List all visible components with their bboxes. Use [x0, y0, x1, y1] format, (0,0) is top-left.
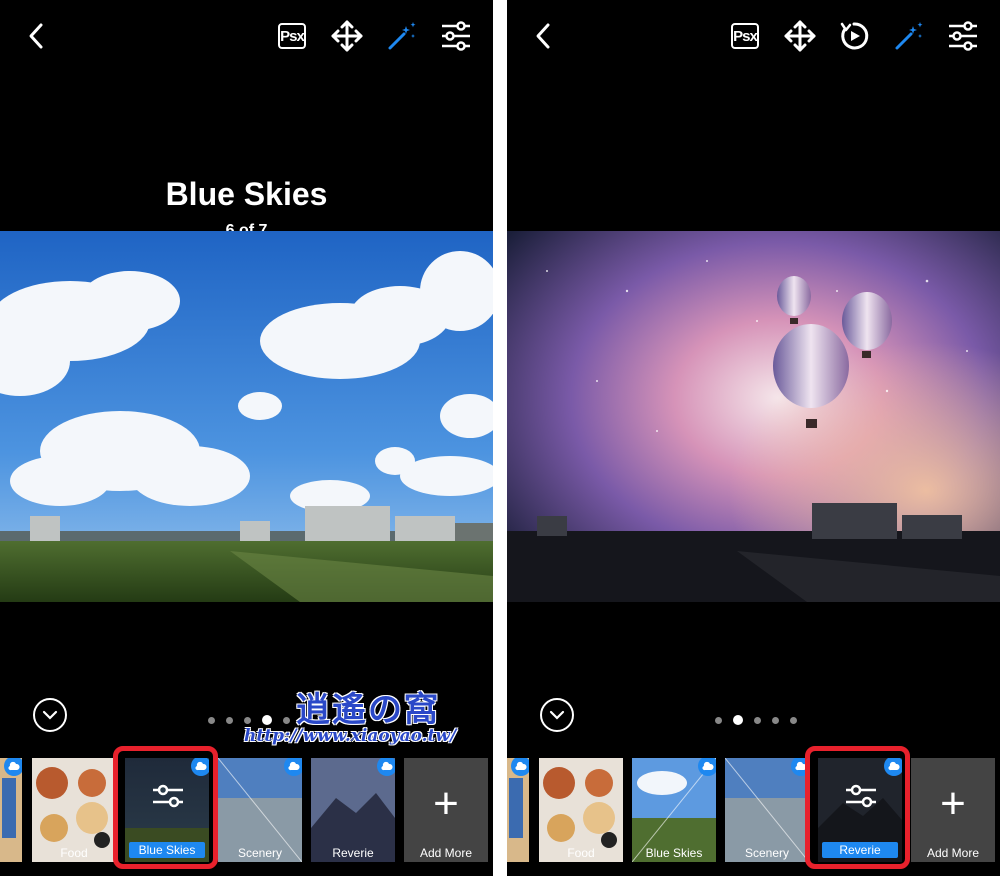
cloud-upload-icon: [4, 758, 22, 776]
back-chevron-icon[interactable]: [18, 18, 54, 54]
cloud-upload-icon: [511, 758, 529, 776]
thumbnail-label: Reverie: [332, 846, 374, 860]
blue-sky-photo: [0, 231, 493, 602]
cloud-upload-icon: [698, 758, 716, 776]
magic-wand-icon[interactable]: [891, 18, 927, 54]
left-screen: Psx Blue Skies 6 of 7 逍遙の窩 http://www.xi…: [0, 0, 493, 876]
replay-icon[interactable]: [836, 18, 872, 54]
page-dots: [208, 715, 290, 725]
add-more-button[interactable]: + Add More: [911, 758, 995, 862]
thumbnail-label: Blue Skies: [645, 846, 703, 860]
psx-icon[interactable]: Psx: [727, 18, 763, 54]
thumbnail-label: Food: [567, 846, 595, 860]
magic-wand-icon[interactable]: [384, 18, 420, 54]
thumbnail-reverie[interactable]: Reverie: [311, 758, 395, 862]
right-screen: Psx Food Blue Skies Scenery Reverie + Ad…: [507, 0, 1000, 876]
plus-icon: +: [433, 779, 459, 828]
look-thumbnail-strip: Food Blue Skies Scenery Reverie + Add Mo…: [0, 758, 493, 862]
page-dot-active[interactable]: [733, 715, 743, 725]
sliders-icon[interactable]: [438, 18, 474, 54]
thumbnail-blue-skies[interactable]: Blue Skies: [632, 758, 716, 862]
thumbnail-food[interactable]: Food: [32, 758, 116, 862]
thumbnail-label: Scenery: [744, 846, 790, 860]
cloud-upload-icon: [377, 758, 395, 776]
add-more-label: Add More: [419, 846, 473, 860]
collapse-chevron-down-icon[interactable]: [33, 698, 67, 732]
page-dot[interactable]: [244, 716, 251, 724]
top-toolbar: Psx: [0, 0, 493, 72]
thumbnail-label: Scenery: [237, 846, 283, 860]
top-toolbar: Psx: [507, 0, 1000, 72]
page-dot[interactable]: [208, 716, 215, 724]
move-arrows-icon[interactable]: [329, 18, 365, 54]
look-thumbnail-strip: Food Blue Skies Scenery Reverie + Add Mo…: [507, 758, 1000, 862]
page-dot-active[interactable]: [262, 715, 272, 725]
thumbnail-scenery[interactable]: Scenery: [218, 758, 302, 862]
cloud-upload-icon: [284, 758, 302, 776]
sliders-icon[interactable]: [945, 18, 981, 54]
page-dot[interactable]: [283, 716, 290, 724]
plus-icon: +: [940, 779, 966, 828]
watermark-logo: 逍遙の窩: [296, 690, 440, 730]
thumbnail-partial[interactable]: [507, 758, 529, 862]
page-dot[interactable]: [715, 716, 722, 724]
reverie-balloon-photo: [507, 231, 1000, 602]
thumbnail-label: Food: [60, 846, 88, 860]
move-arrows-icon[interactable]: [782, 18, 818, 54]
thumbnail-food[interactable]: Food: [539, 758, 623, 862]
collection-title: Blue Skies: [165, 176, 328, 212]
psx-label: Psx: [731, 23, 759, 49]
add-more-button[interactable]: + Add More: [404, 758, 488, 862]
add-more-label: Add More: [926, 846, 980, 860]
collapse-chevron-down-icon[interactable]: [540, 698, 574, 732]
highlight-box: [113, 746, 218, 869]
page-dots: [715, 715, 797, 725]
highlight-box: [805, 746, 910, 869]
psx-icon[interactable]: Psx: [274, 18, 310, 54]
back-chevron-icon[interactable]: [525, 18, 561, 54]
page-dot[interactable]: [754, 716, 761, 724]
page-dot[interactable]: [772, 716, 779, 724]
page-dot[interactable]: [790, 716, 797, 724]
psx-label: Psx: [278, 23, 306, 49]
watermark-url: http://www.xiaoyao.tw/: [244, 726, 457, 746]
thumbnail-scenery[interactable]: Scenery: [725, 758, 809, 862]
page-dot[interactable]: [226, 716, 233, 724]
thumbnail-partial[interactable]: [0, 758, 22, 862]
